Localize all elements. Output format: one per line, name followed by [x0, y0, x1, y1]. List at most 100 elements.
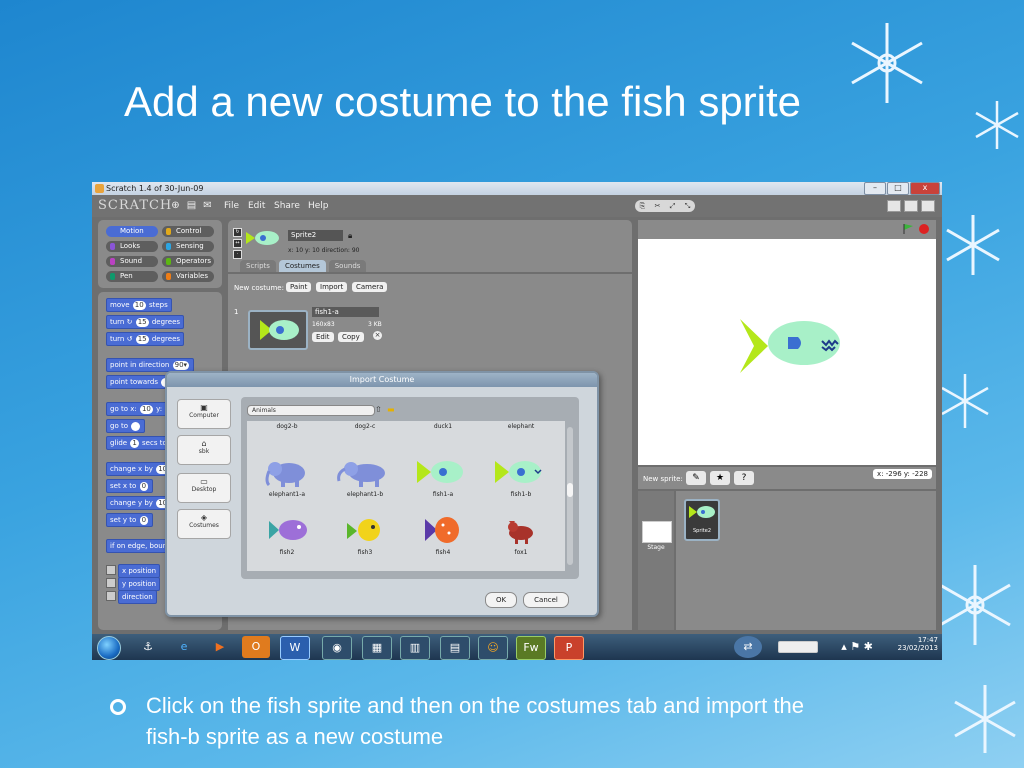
- menu-file[interactable]: File: [224, 201, 239, 211]
- direction-block[interactable]: direction: [118, 590, 157, 604]
- change-x-block[interactable]: change x by 10: [106, 462, 175, 476]
- start-button[interactable]: [97, 636, 121, 660]
- stamp-tool-icon[interactable]: ⎘: [640, 200, 646, 212]
- fish-icon[interactable]: [251, 513, 323, 547]
- category-variables[interactable]: Variables: [162, 271, 214, 282]
- menu-share[interactable]: Share: [274, 201, 300, 211]
- clock[interactable]: 17:47 23/02/2013: [898, 636, 938, 658]
- set-y-block[interactable]: set y to 0: [106, 513, 154, 527]
- media-player-icon[interactable]: ▶: [206, 636, 234, 658]
- x-position-checkbox[interactable]: [106, 565, 116, 575]
- save-icon[interactable]: ▤: [186, 200, 197, 211]
- category-control[interactable]: Control: [162, 226, 214, 237]
- category-sensing[interactable]: Sensing: [162, 241, 214, 252]
- file-item-fish1-a[interactable]: fish1-a: [407, 491, 479, 498]
- file-item-fish3[interactable]: fish3: [329, 549, 401, 556]
- small-stage-button[interactable]: [887, 200, 901, 212]
- fireworks-icon[interactable]: Fw: [516, 636, 546, 660]
- file-item-fish2[interactable]: fish2: [251, 549, 323, 556]
- paint-sprite-icon[interactable]: ✎: [686, 471, 706, 485]
- y-position-block[interactable]: y position: [118, 577, 161, 591]
- set-x-block[interactable]: set x to 0: [106, 479, 154, 493]
- category-sound[interactable]: Sound: [106, 256, 158, 267]
- lock-icon[interactable]: 🔒︎: [348, 231, 352, 241]
- tab-costumes[interactable]: Costumes: [278, 260, 326, 272]
- up-folder-icon[interactable]: ⇧: [375, 405, 382, 414]
- point-direction-block[interactable]: point in direction 90▾: [106, 358, 195, 372]
- direction-checkbox[interactable]: [106, 591, 116, 601]
- chrome-icon[interactable]: ◉: [322, 636, 352, 660]
- language-bar-icon[interactable]: ⇄: [734, 636, 762, 658]
- x-position-block[interactable]: x position: [118, 564, 161, 578]
- category-motion[interactable]: Motion: [106, 226, 158, 237]
- elephant-icon[interactable]: [251, 455, 323, 489]
- close-button[interactable]: x: [910, 182, 940, 195]
- category-operators[interactable]: Operators: [162, 256, 214, 267]
- maximize-button[interactable]: □: [887, 182, 909, 195]
- network-icon[interactable]: ▥: [400, 636, 430, 660]
- file-list-scrollbar[interactable]: [567, 427, 573, 565]
- powerpoint-icon[interactable]: P: [554, 636, 584, 660]
- move-steps-block[interactable]: move 10 steps: [106, 298, 172, 312]
- paint-button[interactable]: Paint: [286, 282, 312, 292]
- stage[interactable]: [638, 239, 936, 465]
- presentation-mode-button[interactable]: [921, 200, 935, 212]
- menu-help[interactable]: Help: [308, 201, 329, 211]
- camera-button[interactable]: Camera: [352, 282, 388, 292]
- file-item-duck1[interactable]: duck1: [407, 423, 479, 430]
- computer-shortcut[interactable]: ▣ Computer: [177, 399, 231, 429]
- sprite-tile[interactable]: Sprite2: [684, 499, 720, 541]
- costume-name-field[interactable]: fish1-a: [312, 307, 379, 317]
- stop-icon[interactable]: [918, 223, 930, 235]
- random-sprite-icon[interactable]: ?: [734, 471, 754, 485]
- normal-stage-button[interactable]: [904, 200, 918, 212]
- delete-costume-icon[interactable]: ×: [373, 331, 382, 340]
- stage-thumbnail[interactable]: [642, 521, 672, 543]
- file-item-elephant1-a[interactable]: elephant1-a: [251, 491, 323, 498]
- turn-left-block[interactable]: turn ↺ 15 degrees: [106, 332, 185, 346]
- new-folder-icon[interactable]: ▬: [387, 405, 395, 414]
- cut-tool-icon[interactable]: ✂: [655, 200, 661, 212]
- desktop-shortcut[interactable]: ▭ Desktop: [177, 473, 231, 503]
- go-to-block[interactable]: go to: [106, 419, 145, 433]
- glide-block[interactable]: glide 1 secs to: [106, 436, 171, 450]
- rotate-style-full-icon[interactable]: ↻: [233, 228, 242, 237]
- file-item-dog2-b[interactable]: dog2-b: [251, 423, 323, 430]
- shrink-tool-icon[interactable]: ⤡: [685, 200, 691, 212]
- edit-costume-button[interactable]: Edit: [312, 332, 334, 342]
- turn-right-block[interactable]: turn ↻ 15 degrees: [106, 315, 185, 329]
- file-item-fox1[interactable]: fox1: [485, 549, 557, 556]
- import-button[interactable]: Import: [316, 282, 348, 292]
- fish-icon[interactable]: [407, 513, 479, 547]
- grow-tool-icon[interactable]: ⤢: [670, 200, 676, 212]
- scratch-cat-icon[interactable]: ☺: [478, 636, 508, 660]
- tab-scripts[interactable]: Scripts: [240, 260, 276, 272]
- file-item-elephant[interactable]: elephant: [485, 423, 557, 430]
- folder-dropdown[interactable]: Animals: [247, 405, 375, 416]
- battery-icon[interactable]: [778, 641, 818, 653]
- tray-icons[interactable]: ▴ ⚑ ✱: [832, 636, 882, 658]
- tab-sounds[interactable]: Sounds: [328, 260, 367, 272]
- menu-edit[interactable]: Edit: [248, 201, 265, 211]
- explorer-icon[interactable]: ▤: [440, 636, 470, 660]
- category-looks[interactable]: Looks: [106, 241, 158, 252]
- fox-icon[interactable]: [485, 513, 557, 547]
- sprite-name-field[interactable]: Sprite2: [288, 230, 343, 241]
- file-item-dog2-c[interactable]: dog2-c: [329, 423, 401, 430]
- share-icon[interactable]: ✉: [202, 200, 213, 211]
- ok-button[interactable]: OK: [485, 592, 517, 608]
- rotate-style-none-icon[interactable]: ·: [233, 250, 242, 259]
- globe-icon[interactable]: ⊕: [170, 200, 181, 211]
- file-item-fish1-b[interactable]: fish1-b: [485, 491, 557, 498]
- word-icon[interactable]: W: [280, 636, 310, 660]
- cancel-button[interactable]: Cancel: [523, 592, 569, 608]
- costume-thumbnail[interactable]: [248, 310, 308, 350]
- outlook-icon[interactable]: O: [242, 636, 270, 658]
- costumes-shortcut[interactable]: ◈ Costumes: [177, 509, 231, 539]
- app-icon[interactable]: ⚓: [134, 636, 162, 658]
- sbk-shortcut[interactable]: ⌂ sbk: [177, 435, 231, 465]
- vb-icon[interactable]: ▦: [362, 636, 392, 660]
- category-pen[interactable]: Pen: [106, 271, 158, 282]
- rotate-style-flip-icon[interactable]: ↔: [233, 239, 242, 248]
- green-flag-icon[interactable]: [902, 223, 914, 235]
